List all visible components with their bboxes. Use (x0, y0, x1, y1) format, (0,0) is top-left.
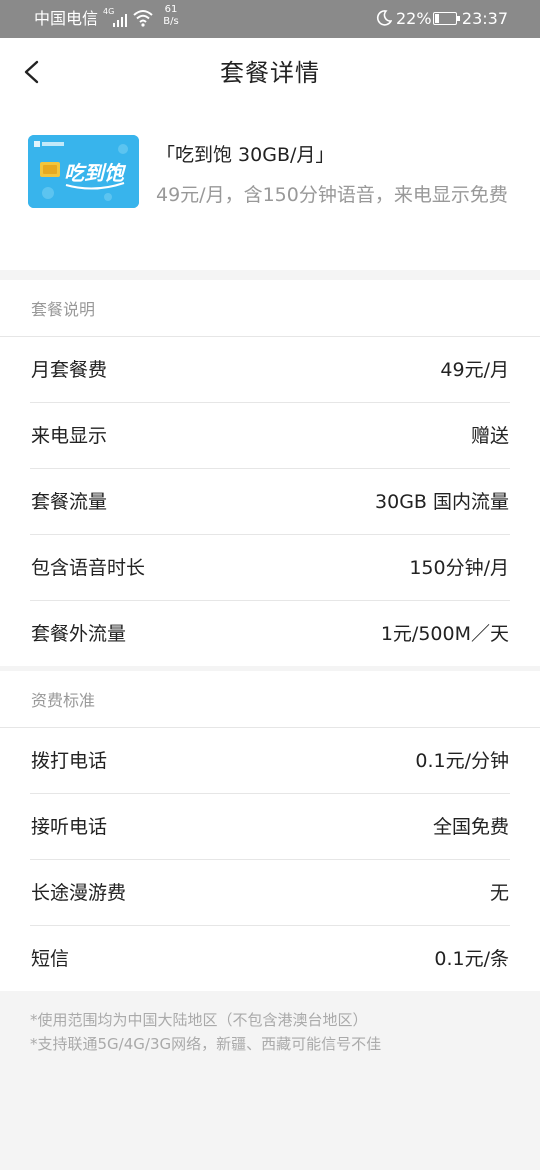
plan-info-section: 套餐说明 月套餐费 49元/月 来电显示 赠送 套餐流量 30GB 国内流量 包… (0, 280, 540, 666)
row-value: 30GB 国内流量 (375, 491, 509, 513)
row-value: 150分钟/月 (409, 557, 509, 579)
row-label: 接听电话 (31, 816, 108, 838)
row-value: 0.1元/条 (434, 948, 509, 970)
row-label: 拨打电话 (31, 750, 108, 772)
battery-icon (433, 12, 461, 25)
table-row: 月套餐费 49元/月 (30, 337, 510, 403)
footnote-item: *支持联通5G/4G/3G网络，新疆、西藏可能信号不佳 (30, 1035, 382, 1053)
sim-card-image-text: 吃到饱 (64, 161, 127, 185)
row-label: 长途漫游费 (31, 882, 127, 904)
section-title: 资费标准 (31, 691, 96, 710)
status-bar: 中国电信 4G 61 B/s 22% 23:37 (0, 0, 540, 38)
row-value: 赠送 (470, 425, 509, 447)
carrier-name: 中国电信 (34, 9, 99, 28)
table-row: 长途漫游费 无 (30, 860, 510, 926)
net-speed-value: 61 (164, 4, 178, 15)
row-value: 无 (489, 882, 509, 904)
table-row: 接听电话 全国免费 (30, 794, 510, 860)
plan-name: 「吃到饱 30GB/月」 (156, 144, 335, 166)
section-title: 套餐说明 (31, 300, 96, 319)
sim-card-image: 吃到饱 (28, 135, 139, 208)
table-row: 短信 0.1元/条 (30, 926, 510, 991)
row-value: 49元/月 (440, 359, 509, 381)
row-value: 1元/500M／天 (380, 623, 509, 645)
net-speed-unit: B/s (163, 16, 179, 27)
table-row: 套餐外流量 1元/500M／天 (30, 601, 510, 666)
row-value: 0.1元/分钟 (415, 750, 509, 772)
row-label: 来电显示 (31, 425, 108, 447)
row-label: 月套餐费 (31, 359, 108, 381)
signal-icon: 4G (103, 8, 131, 28)
plan-detail-page: 中国电信 4G 61 B/s 22% 23:37 套餐详情 吃到饱 「吃到饱 3… (0, 0, 540, 1170)
tariff-section: 资费标准 拨打电话 0.1元/分钟 接听电话 全国免费 长途漫游费 无 短信 0… (0, 671, 540, 991)
row-label: 短信 (31, 948, 70, 970)
row-label: 套餐外流量 (31, 623, 127, 645)
plan-summary-card: 吃到饱 「吃到饱 30GB/月」 49元/月，含150分钟语音，来电显示免费 (0, 110, 540, 270)
footnotes: *使用范围均为中国大陆地区（不包含港澳台地区） *支持联通5G/4G/3G网络，… (30, 1008, 520, 1056)
section-header: 资费标准 (0, 671, 540, 728)
table-row: 包含语音时长 150分钟/月 (30, 535, 510, 601)
plan-description: 49元/月，含150分钟语音，来电显示免费 (156, 184, 508, 206)
nav-bar: 套餐详情 (0, 38, 540, 110)
footnote-item: *使用范围均为中国大陆地区（不包含港澳台地区） (30, 1011, 368, 1029)
table-row: 套餐流量 30GB 国内流量 (30, 469, 510, 535)
net-speed: 61 B/s (160, 4, 182, 28)
row-value: 全国免费 (432, 816, 509, 838)
table-row: 来电显示 赠送 (30, 403, 510, 469)
wifi-icon (133, 10, 153, 27)
page-title: 套餐详情 (220, 59, 320, 87)
row-label: 包含语音时长 (31, 557, 146, 579)
battery-percent: 22% (396, 9, 432, 28)
clock: 23:37 (461, 9, 508, 28)
section-header: 套餐说明 (0, 280, 540, 337)
table-row: 拨打电话 0.1元/分钟 (30, 728, 510, 794)
moon-icon (376, 10, 392, 26)
row-label: 套餐流量 (31, 491, 108, 513)
